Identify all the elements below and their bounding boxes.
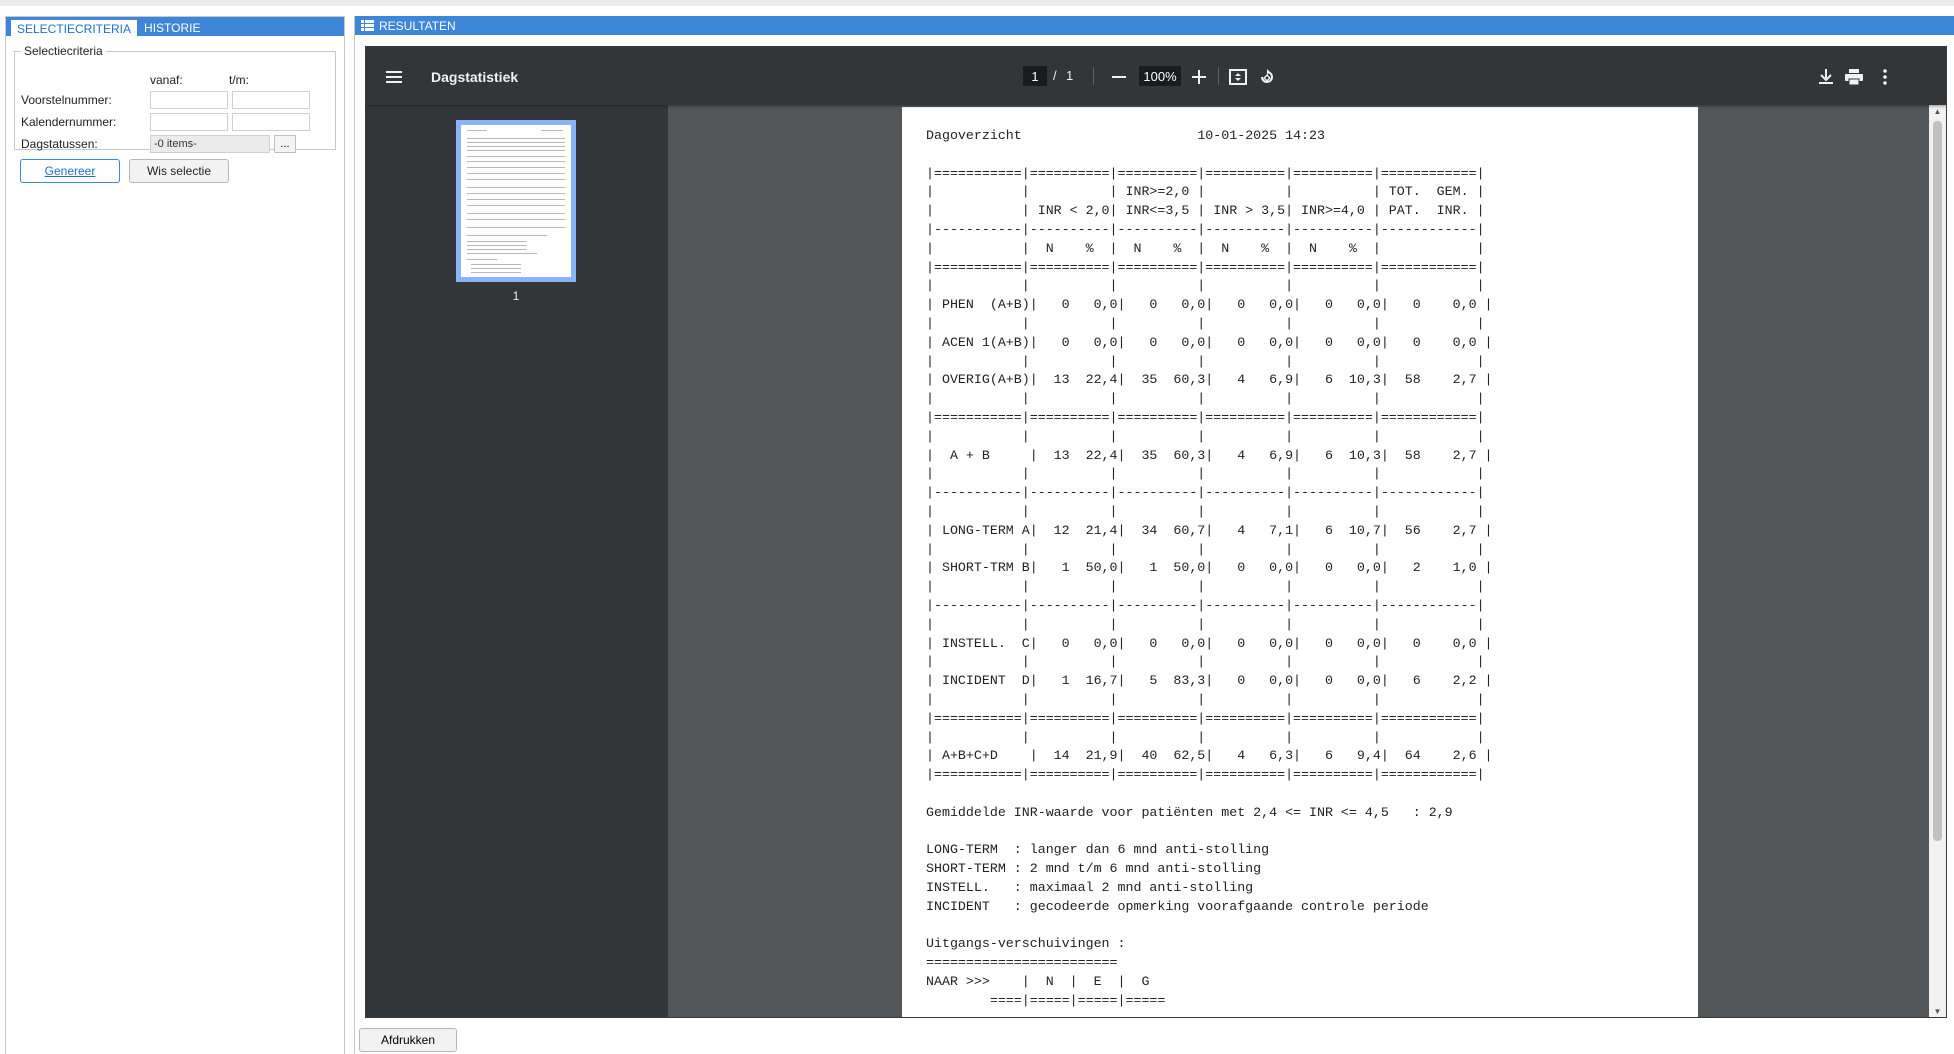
document-scrollbar[interactable]: ▲ ▼	[1929, 105, 1946, 1017]
pdf-toolbar: Dagstatistiek / 1	[366, 47, 1946, 105]
table-spacer: | | | | | | |	[926, 353, 1485, 369]
table-spacer: | | | | | | |	[926, 503, 1485, 519]
zoom-out-icon[interactable]	[1109, 67, 1129, 87]
scrollbar-thumb[interactable]	[1933, 121, 1942, 841]
legend-long-term: LONG-TERM : langer dan 6 mnd anti-stolli…	[926, 842, 1270, 858]
generate-button-label: Genereer	[44, 164, 96, 178]
table-row-incident: | INCIDENT D| 1 16,7| 5 83,3| 0 0,0| 0 0…	[926, 673, 1493, 689]
thumbnail-sidebar: 1	[366, 105, 668, 1017]
left-tabbar: Selectiecriteria Historie	[6, 17, 344, 36]
table-header: | | INR < 2,0| INR<=3,5 | INR > 3,5| INR…	[926, 203, 1485, 219]
report-header-right: 10-01-2025 14:23	[1197, 128, 1325, 143]
table-rule: |-----------|----------|----------|-----…	[926, 485, 1485, 501]
page-thumbnail[interactable]	[456, 120, 576, 282]
legend-instell: INSTELL. : maximaal 2 mnd anti-stolling	[926, 879, 1254, 895]
table-spacer: | | | | | | |	[926, 391, 1485, 407]
fit-page-icon[interactable]	[1228, 67, 1248, 87]
dagstatussen-label: Dagstatussen:	[21, 137, 98, 151]
table-spacer: | | | | | | |	[926, 654, 1485, 670]
selection-panel: Selectiecriteria Historie Selectiecriter…	[5, 16, 345, 1054]
scroll-up-arrow[interactable]: ▲	[1929, 105, 1946, 119]
dagstatussen-picker-button[interactable]: ...	[274, 135, 296, 153]
zoom-in-icon[interactable]	[1189, 67, 1209, 87]
tab-selectiecriteria[interactable]: Selectiecriteria	[10, 19, 139, 36]
table-spacer: | | | | | | |	[926, 315, 1485, 331]
thumbnail-page-number: 1	[512, 289, 520, 303]
table-spacer: | | | | | | |	[926, 466, 1485, 482]
list-icon	[361, 20, 374, 31]
table-row-phen: | PHEN (A+B)| 0 0,0| 0 0,0| 0 0,0| 0 0,0…	[926, 297, 1493, 313]
column-to-label: t/m:	[229, 73, 249, 87]
table-rule: |===========|==========|==========|=====…	[926, 259, 1485, 275]
results-header: Resultaten	[355, 16, 1954, 35]
print-button[interactable]: Afdrukken	[359, 1028, 457, 1052]
table-row-total: | A+B+C+D | 14 21,9| 40 62,5| 4 6,3| 6 9…	[926, 748, 1493, 764]
report-header-left: Dagoverzicht	[926, 128, 1022, 143]
shift-header: NAAR >>> | N | E | G	[926, 973, 1150, 989]
results-panel: Resultaten Dagstatistiek / 1	[354, 16, 1954, 1054]
toolbar-divider	[1093, 67, 1094, 85]
page-separator: /	[1053, 68, 1057, 83]
shift-rule: ========================	[926, 955, 1118, 971]
voorstelnummer-to-input[interactable]	[232, 91, 310, 109]
table-spacer: | | | | | | |	[926, 729, 1485, 745]
criteria-fieldset: Selectiecriteria vanaf: t/m: Voorstelnum…	[14, 44, 336, 153]
table-rule: |===========|==========|==========|=====…	[926, 165, 1485, 181]
table-spacer: | | | | | | |	[926, 691, 1485, 707]
table-header: | | N % | N % | N % | N % | |	[926, 240, 1485, 256]
report-text: Dagoverzicht 10-01-2025 14:23 |=========…	[926, 127, 1493, 1010]
voorstelnummer-label: Voorstelnummer:	[21, 93, 112, 107]
zoom-level-input[interactable]	[1139, 66, 1181, 86]
voorstelnummer-from-input[interactable]	[150, 91, 228, 109]
tab-historie[interactable]: Historie	[138, 19, 206, 36]
shift-title: Uitgangs-verschuivingen :	[926, 936, 1126, 952]
table-spacer: | | | | | | |	[926, 616, 1485, 632]
table-row-short-term: | SHORT-TRM B| 1 50,0| 1 50,0| 0 0,0| 0 …	[926, 560, 1493, 576]
table-spacer: | | | | | | |	[926, 579, 1485, 595]
table-rule: |===========|==========|==========|=====…	[926, 710, 1485, 726]
dagstatussen-field[interactable]	[150, 135, 270, 153]
kalendernummer-label: Kalendernummer:	[21, 115, 117, 129]
menu-icon[interactable]	[384, 67, 404, 87]
generate-button[interactable]: Genereer	[20, 159, 120, 183]
table-rule: |===========|==========|==========|=====…	[926, 409, 1485, 425]
average-inr-line: Gemiddelde INR-waarde voor patiënten met…	[926, 804, 1453, 820]
legend-incident: INCIDENT : gecodeerde opmerking voorafga…	[926, 898, 1429, 914]
table-row-long-term: | LONG-TERM A| 12 21,4| 34 60,7| 4 7,1| …	[926, 522, 1493, 538]
pdf-title: Dagstatistiek	[431, 69, 519, 85]
more-options-icon[interactable]	[1875, 67, 1895, 87]
toolbar-divider	[1218, 67, 1219, 85]
legend-short-term: SHORT-TERM : 2 mnd t/m 6 mnd anti-stolli…	[926, 861, 1262, 877]
kalendernummer-to-input[interactable]	[232, 113, 310, 131]
download-icon[interactable]	[1816, 67, 1836, 87]
table-row-acen: | ACEN 1(A+B)| 0 0,0| 0 0,0| 0 0,0| 0 0,…	[926, 334, 1493, 350]
table-row-instell: | INSTELL. C| 0 0,0| 0 0,0| 0 0,0| 0 0,0…	[926, 635, 1493, 651]
clear-selection-button[interactable]: Wis selectie	[129, 159, 229, 183]
table-rule: |-----------|----------|----------|-----…	[926, 221, 1485, 237]
table-rule: |===========|==========|==========|=====…	[926, 767, 1485, 783]
table-header: | | | INR>=2,0 | | | TOT. GEM. |	[926, 184, 1485, 200]
table-row-overig: | OVERIG(A+B)| 13 22,4| 35 60,3| 4 6,9| …	[926, 372, 1493, 388]
print-icon[interactable]	[1844, 67, 1864, 87]
document-page: Dagoverzicht 10-01-2025 14:23 |=========…	[902, 107, 1698, 1017]
page-number-input[interactable]	[1023, 66, 1047, 86]
scroll-down-arrow[interactable]: ▼	[1929, 1005, 1946, 1017]
page-total: 1	[1066, 68, 1074, 83]
table-spacer: | | | | | | |	[926, 541, 1485, 557]
rotate-icon[interactable]	[1257, 67, 1277, 87]
table-spacer: | | | | | | |	[926, 278, 1485, 294]
criteria-legend: Selectiecriteria	[24, 44, 103, 58]
top-strip	[0, 0, 1954, 6]
kalendernummer-from-input[interactable]	[150, 113, 228, 131]
table-rule: |-----------|----------|----------|-----…	[926, 597, 1485, 613]
table-row-ab: | A + B | 13 22,4| 35 60,3| 4 6,9| 6 10,…	[926, 447, 1493, 463]
table-spacer: | | | | | | |	[926, 428, 1485, 444]
pdf-viewer: Dagstatistiek / 1	[365, 46, 1947, 1018]
column-from-label: vanaf:	[150, 73, 183, 87]
shift-rule: ====|=====|=====|=====	[926, 992, 1166, 1008]
document-area: Dagoverzicht 10-01-2025 14:23 |=========…	[668, 105, 1931, 1017]
results-title: Resultaten	[379, 18, 456, 33]
